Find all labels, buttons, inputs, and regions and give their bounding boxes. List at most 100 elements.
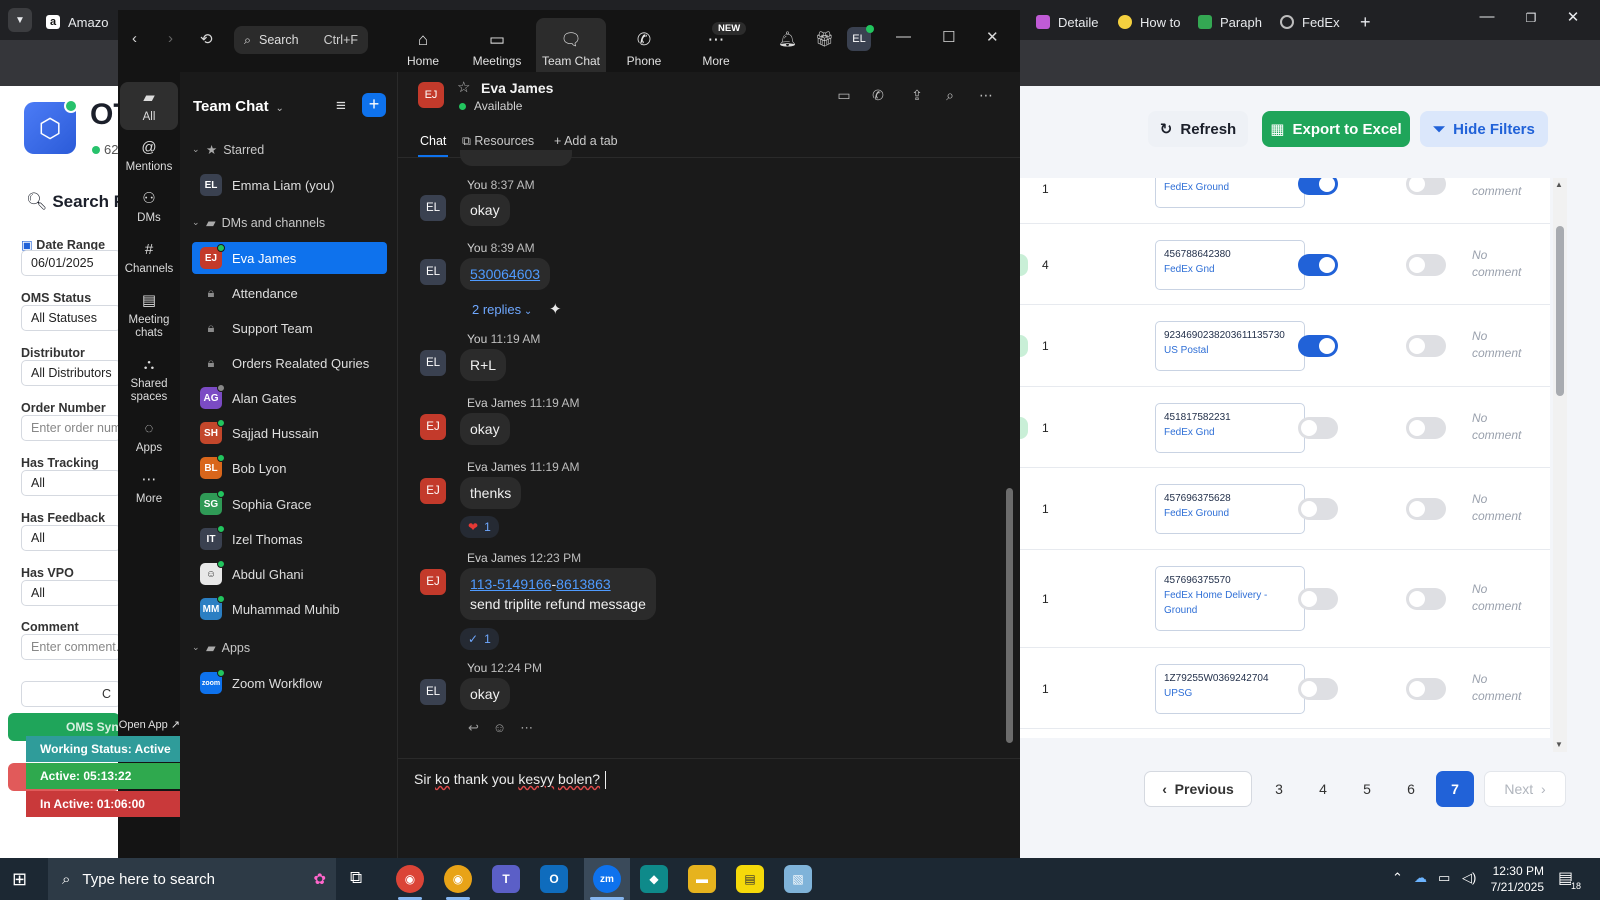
message-composer[interactable]: Sir ko thank you kesyy bolen? — [398, 758, 1020, 858]
minimize-icon[interactable]: — — [1472, 8, 1502, 25]
channel-item-attendance[interactable]: 🔒︎ Attendance — [192, 277, 387, 309]
table-row[interactable]: 1 457696375628 FedEx Ground No comment — [1020, 468, 1550, 550]
notepad-icon[interactable]: ▧ — [784, 865, 812, 893]
oms-status-select[interactable]: All Statuses — [21, 305, 121, 331]
toggle-switch[interactable] — [1406, 178, 1446, 195]
more-actions-icon[interactable]: ⋯ — [520, 720, 533, 736]
filter-icon[interactable]: ≡ — [336, 96, 346, 116]
rail-shared-spaces[interactable]: ⛬ Shared spaces — [120, 355, 178, 404]
browser-tab-howto[interactable]: How to — [1118, 8, 1188, 36]
message-link[interactable]: 113-5149166 — [470, 576, 551, 592]
browser-tab-detailed[interactable]: Detaile — [1036, 8, 1106, 36]
video-call-icon[interactable]: ▭ — [834, 87, 854, 104]
maximize-icon[interactable]: ☐ — [942, 28, 955, 46]
comment-input[interactable]: Enter comment... — [21, 634, 121, 660]
message-bubble[interactable]: 113-5149166-8613863 send triplite refund… — [460, 568, 656, 620]
browser-tab-fedex[interactable]: FedEx — [1280, 8, 1348, 36]
tab-add[interactable]: + Add a tab — [554, 134, 618, 148]
chrome-icon[interactable]: ◉ — [396, 865, 424, 893]
toggle-switch[interactable] — [1298, 254, 1338, 276]
message-link[interactable]: 8613863 — [556, 576, 611, 592]
nav-more[interactable]: ⋯ More — [681, 30, 751, 68]
system-clock[interactable]: 12:30 PM 7/21/2025 — [1478, 863, 1544, 895]
toggle-switch[interactable] — [1298, 498, 1338, 520]
task-view-icon[interactable]: ⧉ — [350, 868, 362, 888]
date-range-input[interactable]: 06/01/2025 — [21, 250, 121, 276]
toggle-switch[interactable] — [1406, 498, 1446, 520]
chat-contact-name[interactable]: Eva James — [481, 80, 553, 96]
reply-icon[interactable]: ↩ — [468, 720, 479, 736]
conversation-item-emma-liam[interactable]: EL Emma Liam (you) — [192, 169, 387, 201]
bell-icon[interactable]: 🔔︎ — [778, 30, 797, 48]
tracking-cell[interactable]: 457696375570 FedEx Home Delivery - Ground — [1155, 566, 1305, 631]
conversation-item-muhammad-muhib[interactable]: MM Muhammad Muhib — [192, 593, 387, 625]
nav-team-chat[interactable]: 🗨︎ Team Chat — [536, 18, 606, 72]
tracking-cell[interactable]: 451817582231 FedEx Gnd — [1155, 403, 1305, 453]
table-row[interactable]: 1 457696375570 FedEx Home Delivery - Grou… — [1020, 550, 1550, 648]
file-explorer-icon[interactable]: ▬ — [688, 865, 716, 893]
zoom-search-box[interactable]: ⌕ Search Ctrl+F — [234, 26, 368, 54]
current-page-button[interactable]: 7 — [1436, 771, 1474, 807]
new-chat-button[interactable]: + — [362, 93, 386, 117]
nav-phone[interactable]: ✆ Phone — [609, 30, 679, 68]
rail-meeting-chats[interactable]: ▤ Meeting chats — [120, 291, 178, 340]
rail-dms[interactable]: ⚇ DMs — [120, 189, 178, 225]
toggle-switch[interactable] — [1406, 417, 1446, 439]
teams-icon[interactable]: T — [492, 865, 520, 893]
message-avatar[interactable]: EL — [420, 259, 446, 285]
scrollbar-thumb[interactable] — [1556, 226, 1564, 396]
page-button[interactable]: 5 — [1350, 771, 1384, 807]
table-row[interactable]: 1 1Z79255W0369242704 UPSG No comment — [1020, 648, 1550, 729]
message-bubble[interactable]: okay — [460, 413, 510, 445]
gift-icon[interactable]: 🎁︎ — [815, 30, 834, 48]
message-avatar[interactable]: EJ — [420, 478, 446, 504]
previous-page-button[interactable]: ‹ Previous — [1144, 771, 1252, 807]
nav-home[interactable]: ⌂ Home — [388, 30, 458, 68]
new-tab-button[interactable]: + — [1360, 8, 1380, 36]
scrollbar-thumb[interactable] — [1006, 488, 1013, 743]
message-bubble[interactable]: thenks — [460, 477, 522, 509]
conversation-item-eva-james[interactable]: EJ Eva James — [192, 242, 387, 274]
volume-icon[interactable]: ◁) — [1462, 870, 1476, 886]
restore-icon[interactable]: ❐ — [1516, 11, 1546, 25]
zoom-taskbar-icon[interactable]: zm — [593, 865, 621, 893]
history-icon[interactable]: ⟲ — [200, 30, 213, 48]
show-hidden-icons-icon[interactable]: ⌃ — [1392, 870, 1403, 886]
table-row[interactable]: 1 9234690238203611135730 US Postal No com… — [1020, 305, 1550, 387]
tracking-cell[interactable]: 1Z79255W0369242704 UPSG — [1155, 664, 1305, 714]
reaction-check[interactable]: ✓ 1 — [460, 628, 499, 650]
message-bubble[interactable]: 530064603 — [460, 258, 551, 290]
star-outline-icon[interactable]: ☆ — [457, 78, 470, 96]
toggle-switch[interactable] — [1298, 588, 1338, 610]
toggle-switch[interactable] — [1406, 335, 1446, 357]
orders-scrollbar[interactable]: ▲ ▼ — [1553, 178, 1567, 752]
toggle-switch[interactable] — [1406, 588, 1446, 610]
app-item-zoom-workflow[interactable]: zoom Zoom Workflow — [192, 667, 387, 699]
rail-apps[interactable]: ◌ Apps — [120, 419, 178, 455]
message-avatar[interactable]: EL — [420, 679, 446, 705]
emoji-icon[interactable]: ☺ — [493, 720, 506, 736]
table-row[interactable]: 1 451817582231 FedEx Gnd No comment — [1020, 387, 1550, 468]
app-diamond-icon[interactable]: ◆ — [640, 865, 668, 893]
clear-filters-button[interactable]: C — [21, 681, 121, 707]
ai-sparkle-icon[interactable]: ✦ — [549, 300, 562, 318]
tab-search-chevron-icon[interactable]: ▼ — [8, 8, 32, 32]
team-chat-dropdown[interactable]: Team Chat ⌄ — [193, 98, 284, 115]
distributor-select[interactable]: All Distributors — [21, 360, 121, 386]
tab-chat[interactable]: Chat — [417, 134, 449, 157]
toggle-switch[interactable] — [1406, 254, 1446, 276]
message-avatar[interactable]: EJ — [420, 414, 446, 440]
tracking-cell[interactable]: 9234690238203611135730 US Postal — [1155, 321, 1305, 371]
tracking-cell[interactable]: 457696375580FedEx Ground — [1155, 178, 1305, 208]
message-avatar[interactable]: EL — [420, 350, 446, 376]
message-bubble[interactable]: R+L — [460, 349, 507, 381]
compose-input[interactable]: Sir ko thank you kesyy bolen? — [414, 771, 607, 790]
scroll-up-icon[interactable]: ▲ — [1555, 180, 1563, 189]
table-row[interactable] — [1020, 729, 1550, 738]
network-icon[interactable]: ▭ — [1438, 870, 1450, 886]
apps-section-header[interactable]: ⌄ ▰ Apps — [192, 640, 250, 656]
toggle-switch[interactable] — [1406, 678, 1446, 700]
has-vpo-select[interactable]: All — [21, 580, 121, 606]
close-icon[interactable]: ✕ — [1558, 8, 1588, 26]
rail-all[interactable]: ▰ All — [120, 82, 178, 130]
